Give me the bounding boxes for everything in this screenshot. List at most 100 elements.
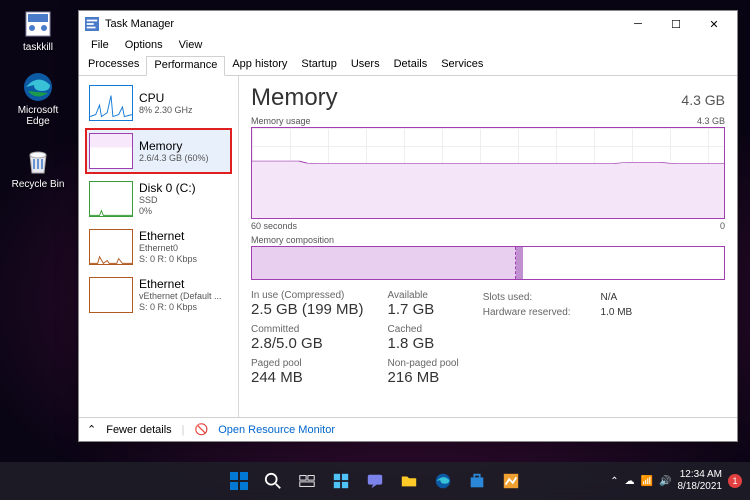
perf-label: Ethernet [139,229,197,243]
stat-label: Available [388,290,459,301]
stat-value: N/A [601,292,618,303]
perf-label: Ethernet [139,277,222,291]
memory-stats: In use (Compressed) 2.5 GB (199 MB) Comm… [251,290,725,392]
perf-sub: 0% [139,206,196,217]
tab-processes[interactable]: Processes [81,56,146,75]
chat-icon[interactable] [360,466,390,496]
tab-users[interactable]: Users [344,56,387,75]
desktop-icon-label: taskkill [23,42,53,53]
perf-sub: 2.6/4.3 GB (60%) [139,153,209,164]
stat-label: In use (Compressed) [251,290,364,301]
perf-sub: vEthernet (Default ... [139,291,222,302]
veth-thumb-graph [89,277,133,313]
edge-taskbar-icon[interactable] [428,466,458,496]
explorer-icon[interactable] [394,466,424,496]
stat-label: Hardware reserved: [483,307,571,318]
stat-value: 2.8/5.0 GB [251,335,364,352]
memory-detail: Memory 4.3 GB Memory usage4.3 GB 60 seco… [239,76,737,417]
stat-label: Non-paged pool [388,358,459,369]
wifi-icon[interactable]: 📶 [641,476,653,487]
comp-label: Memory composition [251,235,334,245]
onedrive-icon[interactable]: ☁ [625,476,635,487]
memory-composition-graph [251,246,725,280]
resource-monitor-icon: 🚫 [195,423,209,436]
tabstrip: Processes Performance App history Startu… [79,56,737,76]
stat-value: 1.7 GB [388,301,459,318]
volume-icon[interactable]: 🔊 [659,476,671,487]
widgets-icon[interactable] [326,466,356,496]
usage-max: 4.3 GB [697,116,725,126]
tab-app-history[interactable]: App history [225,56,294,75]
perf-card-memory[interactable]: Memory2.6/4.3 GB (60%) [85,128,232,174]
menu-view[interactable]: View [171,37,211,56]
open-resource-monitor-link[interactable]: Open Resource Monitor [218,424,335,436]
stat-value: 1.8 GB [388,335,459,352]
desktop-icons: taskkill Microsoft Edge Recycle Bin [8,8,68,190]
comp-modified [516,247,523,279]
fewer-details-button[interactable]: Fewer details [106,424,171,436]
perf-sub: SSD [139,195,196,206]
perf-sub: Ethernet0 [139,243,197,254]
menu-file[interactable]: File [83,37,117,56]
menu-options[interactable]: Options [117,37,171,56]
menubar: File Options View [79,37,737,56]
stat-value: 216 MB [388,369,459,386]
search-icon[interactable] [258,466,288,496]
taskbar-clock[interactable]: 12:34 AM 8/18/2021 [678,469,723,493]
clock-date: 8/18/2021 [678,481,723,493]
tab-details[interactable]: Details [387,56,435,75]
tab-performance[interactable]: Performance [146,56,225,76]
system-tray: ⌃ ☁ 📶 🔊 12:34 AM 8/18/2021 1 [610,469,750,493]
perf-card-cpu[interactable]: CPU8% 2.30 GHz [85,80,232,126]
stat-label: Paged pool [251,358,364,369]
perf-sub: S: 0 R: 0 Kbps [139,302,222,313]
stat-value: 2.5 GB (199 MB) [251,301,364,318]
close-button[interactable]: ✕ [695,11,733,37]
perf-label: Disk 0 (C:) [139,181,196,195]
taskbar[interactable]: ⌃ ☁ 📶 🔊 12:34 AM 8/18/2021 1 [0,462,750,500]
desktop-icon-label: Recycle Bin [12,179,65,190]
perf-card-disk[interactable]: Disk 0 (C:)SSD0% [85,176,232,222]
batch-file-icon [22,8,54,40]
minimize-button[interactable]: ─ [619,11,657,37]
xaxis-right: 0 [720,221,725,231]
start-button[interactable] [224,466,254,496]
perf-label: Memory [139,139,209,153]
window-footer: ⌃ Fewer details | 🚫 Open Resource Monito… [79,417,737,441]
stat-label: Slots used: [483,292,532,303]
stat-label: Cached [388,324,459,335]
notification-badge[interactable]: 1 [728,474,742,488]
maximize-button[interactable]: ☐ [657,11,695,37]
task-manager-taskbar-icon[interactable] [496,466,526,496]
desktop-icon-recyclebin[interactable]: Recycle Bin [8,145,68,190]
memory-thumb-graph [89,133,133,169]
perf-sub: S: 0 R: 0 Kbps [139,254,197,265]
performance-sidebar: CPU8% 2.30 GHz Memory2.6/4.3 GB (60%) Di… [79,76,239,417]
store-icon[interactable] [462,466,492,496]
tab-startup[interactable]: Startup [294,56,343,75]
xaxis-left: 60 seconds [251,221,297,231]
disk-thumb-graph [89,181,133,217]
task-manager-window: Task Manager ─ ☐ ✕ File Options View Pro… [78,10,738,442]
recycle-bin-icon [22,145,54,177]
content-body: CPU8% 2.30 GHz Memory2.6/4.3 GB (60%) Di… [79,76,737,417]
perf-card-ethernet0[interactable]: EthernetEthernet0S: 0 R: 0 Kbps [85,224,232,270]
detail-capacity: 4.3 GB [681,92,725,108]
task-view-icon[interactable] [292,466,322,496]
chevron-up-icon: ⌃ [87,423,96,436]
tray-chevron-icon[interactable]: ⌃ [610,476,618,487]
perf-sub: 8% 2.30 GHz [139,105,193,116]
window-title: Task Manager [105,18,619,30]
desktop-icon-label: Microsoft Edge [8,105,68,127]
tab-services[interactable]: Services [434,56,490,75]
app-icon [85,17,99,31]
titlebar[interactable]: Task Manager ─ ☐ ✕ [79,11,737,37]
clock-time: 12:34 AM [678,469,723,481]
detail-title: Memory [251,84,338,112]
perf-card-vethernet[interactable]: EthernetvEthernet (Default ...S: 0 R: 0 … [85,272,232,318]
stat-label: Committed [251,324,364,335]
edge-icon [22,71,54,103]
desktop-icon-edge[interactable]: Microsoft Edge [8,71,68,127]
stat-value: 244 MB [251,369,364,386]
desktop-icon-taskkill[interactable]: taskkill [8,8,68,53]
